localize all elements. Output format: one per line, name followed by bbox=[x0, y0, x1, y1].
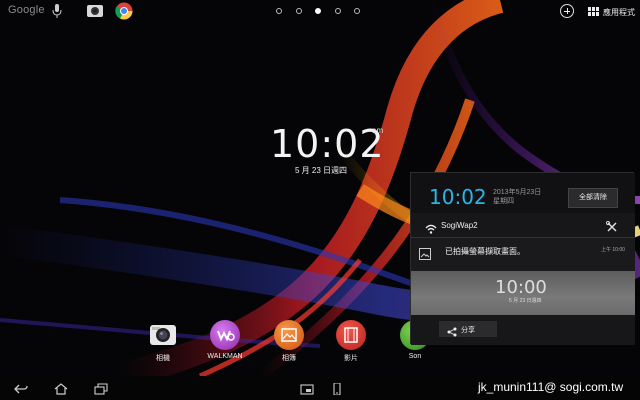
dock-app-label: 相機 bbox=[156, 355, 170, 362]
wifi-network-name: SogiWap2 bbox=[441, 221, 478, 230]
top-bar: Google 應用程式 bbox=[0, 0, 640, 24]
recent-apps-icon[interactable] bbox=[94, 382, 108, 395]
clear-all-button[interactable]: 全部清除 bbox=[568, 188, 618, 208]
page-dot-active[interactable] bbox=[315, 8, 321, 14]
camera-app-icon bbox=[148, 320, 178, 350]
add-icon[interactable] bbox=[560, 4, 574, 18]
notification-weekday: 星期四 bbox=[493, 198, 514, 205]
dock-app-walkman[interactable]: WALKMAN bbox=[200, 320, 250, 360]
notification-date-line: 2013年5月23日 bbox=[493, 189, 542, 196]
google-search-label[interactable]: Google bbox=[8, 4, 45, 16]
preview-clock-time: 10:00 bbox=[495, 277, 547, 298]
notification-panel: 10:02 2013年5月23日 星期四 全部清除 SogiWap2 已拍攝螢幕… bbox=[410, 172, 635, 345]
dock-app-label: Son bbox=[408, 353, 422, 360]
dock-app-album[interactable]: 相簿 bbox=[264, 320, 314, 363]
chrome-icon[interactable] bbox=[115, 2, 133, 20]
screenshot-notification[interactable]: 已拍攝螢幕擷取畫面。 上午 10:00 bbox=[411, 237, 635, 271]
phone-icon[interactable] bbox=[330, 382, 344, 396]
settings-tools-icon[interactable] bbox=[605, 220, 618, 232]
clock-date: 5 月 23 日週四 bbox=[295, 166, 348, 175]
dock-app-camera[interactable]: 相機 bbox=[138, 320, 188, 363]
share-button[interactable]: 分享 bbox=[439, 321, 497, 337]
notification-timestamp: 上午 10:00 bbox=[601, 247, 625, 253]
share-row: 分享 bbox=[411, 315, 635, 345]
page-dot[interactable] bbox=[295, 8, 302, 14]
share-icon bbox=[447, 324, 457, 337]
page-dot[interactable] bbox=[354, 8, 360, 14]
watermark: jk_munin111@ sogi.com.tw bbox=[478, 380, 624, 394]
share-label: 分享 bbox=[461, 327, 475, 334]
page-dot[interactable] bbox=[276, 8, 282, 14]
dock-app-label: 相簿 bbox=[282, 355, 296, 362]
home-icon[interactable] bbox=[54, 382, 68, 395]
notification-header: 10:02 2013年5月23日 星期四 全部清除 bbox=[411, 173, 635, 213]
notification-time: 10:02 bbox=[429, 185, 487, 209]
clock-widget[interactable]: 10:02 am 5 月 23 日週四 bbox=[270, 122, 390, 182]
apps-label[interactable]: 應用程式 bbox=[603, 7, 635, 18]
dock-app-label: WALKMAN bbox=[207, 353, 243, 360]
walkman-icon bbox=[210, 320, 240, 350]
notification-message: 已拍攝螢幕擷取畫面。 bbox=[445, 247, 525, 256]
preview-clock-date: 5 月 23 日週四 bbox=[509, 298, 542, 304]
notification-date: 2013年5月23日 星期四 bbox=[493, 188, 541, 206]
apps-grid-icon[interactable] bbox=[588, 7, 599, 16]
camera-icon[interactable] bbox=[86, 3, 104, 19]
clock-time: 10:02 bbox=[270, 122, 385, 166]
dock-app-label: 影片 bbox=[344, 355, 358, 362]
dock-app-movies[interactable]: 影片 bbox=[326, 320, 376, 363]
page-dot[interactable] bbox=[334, 8, 341, 14]
mic-icon[interactable] bbox=[52, 3, 62, 19]
screenshot-preview[interactable]: 10:00 5 月 23 日週四 bbox=[411, 271, 635, 315]
clock-ampm: am bbox=[372, 126, 384, 135]
back-icon[interactable] bbox=[14, 382, 28, 394]
page-indicator bbox=[276, 8, 360, 16]
album-icon bbox=[274, 320, 304, 350]
wifi-status-row[interactable]: SogiWap2 bbox=[411, 213, 635, 237]
small-app-icon[interactable] bbox=[300, 382, 314, 395]
image-icon bbox=[419, 248, 431, 260]
movies-icon bbox=[336, 320, 366, 350]
wifi-icon bbox=[425, 221, 437, 234]
